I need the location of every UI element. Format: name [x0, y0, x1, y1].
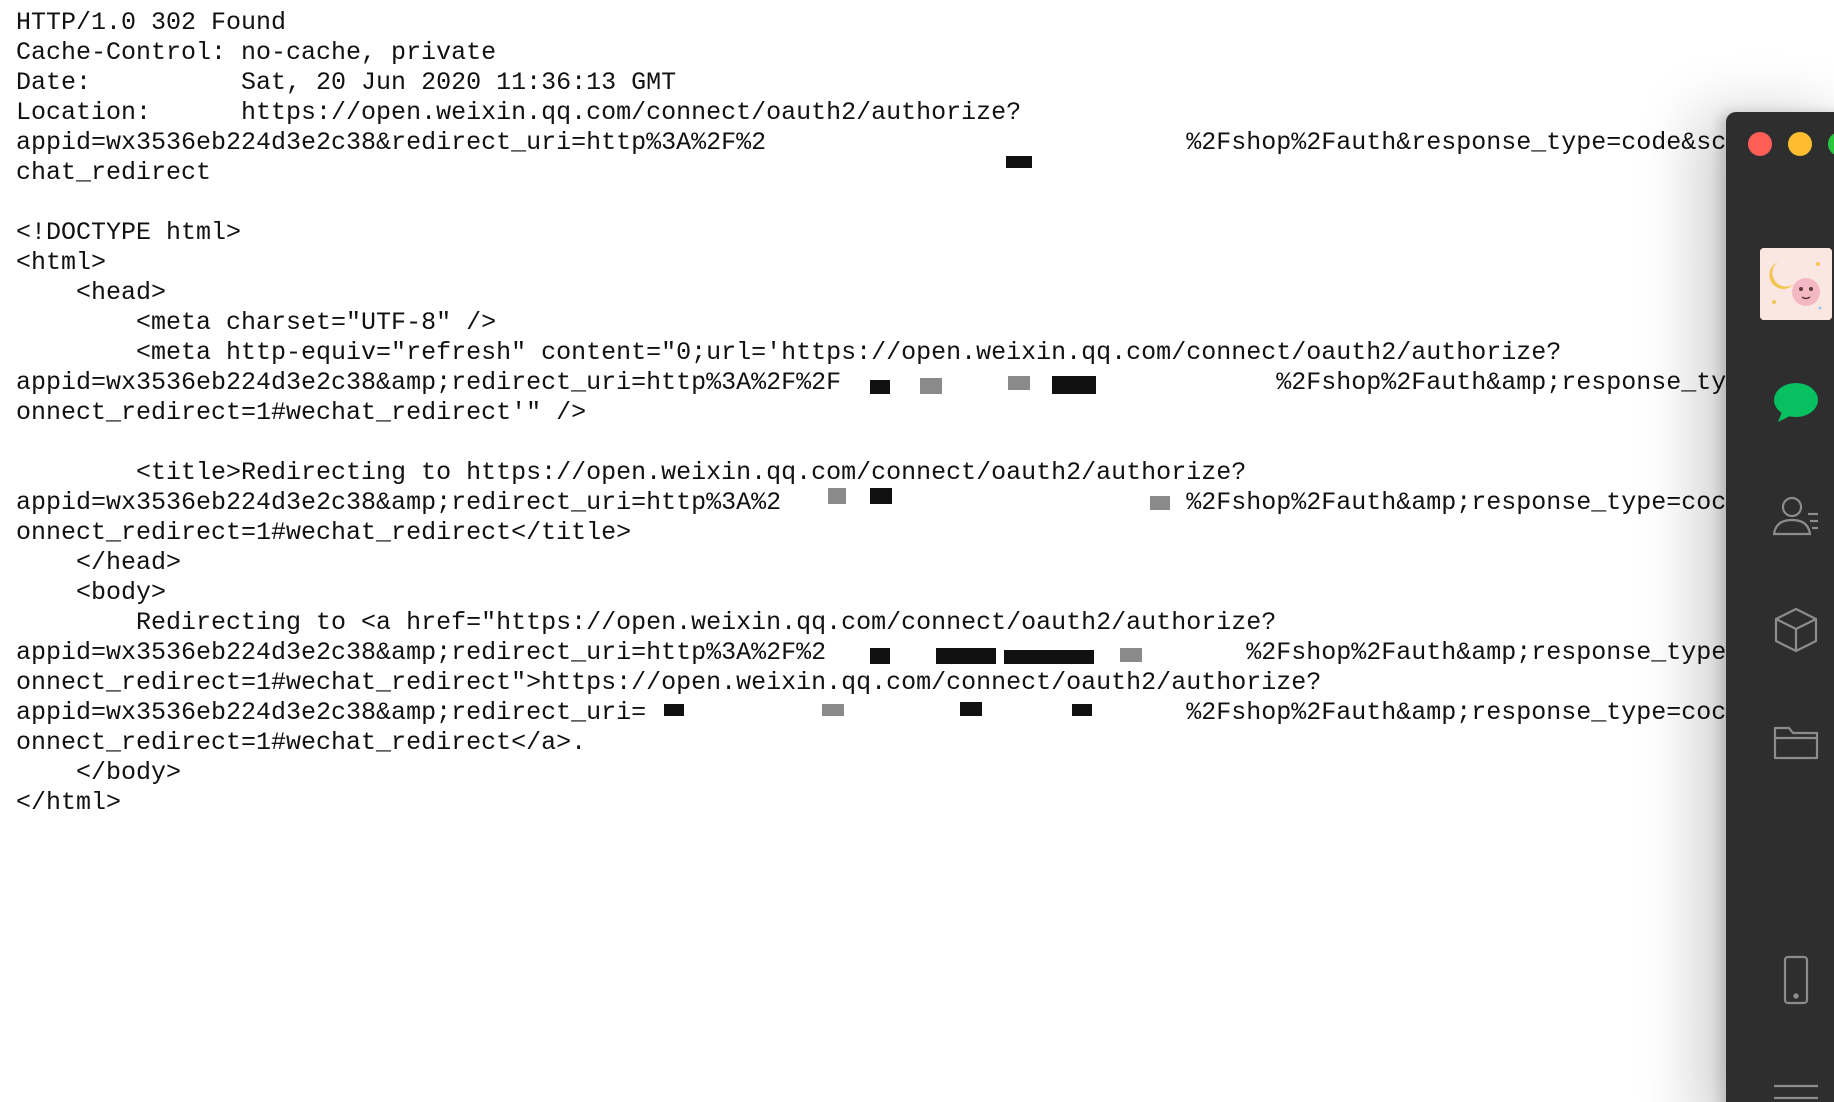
- terminal-line: <title>Redirecting to https://open.weixi…: [16, 458, 1247, 487]
- avatar[interactable]: [1760, 248, 1832, 320]
- terminal-line: <html>: [16, 248, 107, 277]
- window-close-button[interactable]: [1748, 132, 1772, 156]
- terminal-line: appid=wx3536eb224d3e2c38&amp;redirect_ur…: [16, 638, 1787, 667]
- terminal-line: <body>: [16, 578, 167, 607]
- terminal-line: appid=wx3536eb224d3e2c38&amp;redirect_ur…: [16, 698, 1727, 727]
- terminal-line: <meta http-equiv="refresh" content="0;ur…: [16, 338, 1562, 367]
- terminal-line: chat_redirect: [16, 158, 212, 187]
- terminal-line: </head>: [16, 548, 182, 577]
- wechat-sidebar: [1726, 112, 1834, 1102]
- terminal-line: </body>: [16, 758, 182, 787]
- terminal-line: Redirecting to <a href="https://open.wei…: [16, 608, 1277, 637]
- terminal-line: appid=wx3536eb224d3e2c38&redirect_uri=ht…: [16, 128, 1787, 157]
- contacts-icon[interactable]: [1770, 490, 1822, 542]
- terminal-line: Location: https://open.weixin.qq.com/con…: [16, 98, 1022, 127]
- screen: HTTP/1.0 302 Found Cache-Control: no-cac…: [0, 0, 1834, 1102]
- terminal-line: </html>: [16, 788, 122, 817]
- terminal-line: appid=wx3536eb224d3e2c38&amp;redirect_ur…: [16, 488, 1727, 517]
- chat-bubble-icon[interactable]: [1770, 376, 1822, 428]
- phone-icon[interactable]: [1770, 954, 1822, 1006]
- terminal-line: onnect_redirect=1#wechat_redirect">https…: [16, 668, 1322, 697]
- terminal-line: onnect_redirect=1#wechat_redirect'" />: [16, 398, 587, 427]
- terminal-line: HTTP/1.0 302 Found: [16, 8, 287, 37]
- window-maximize-button[interactable]: [1828, 132, 1834, 156]
- terminal-line: <!DOCTYPE html>: [16, 218, 242, 247]
- mini-program-cube-icon[interactable]: [1770, 604, 1822, 656]
- folder-icon[interactable]: [1770, 716, 1822, 768]
- terminal-output: HTTP/1.0 302 Found Cache-Control: no-cac…: [16, 8, 1826, 818]
- terminal-line: onnect_redirect=1#wechat_redirect</title…: [16, 518, 632, 547]
- terminal-line: <meta charset="UTF-8" />: [16, 308, 497, 337]
- terminal-line: <head>: [16, 278, 167, 307]
- window-minimize-button[interactable]: [1788, 132, 1812, 156]
- terminal-line: onnect_redirect=1#wechat_redirect</a>.: [16, 728, 587, 757]
- terminal-line: Cache-Control: no-cache, private: [16, 38, 497, 67]
- terminal-line: Date: Sat, 20 Jun 2020 11:36:13 GMT: [16, 68, 677, 97]
- menu-icon[interactable]: [1770, 1066, 1822, 1102]
